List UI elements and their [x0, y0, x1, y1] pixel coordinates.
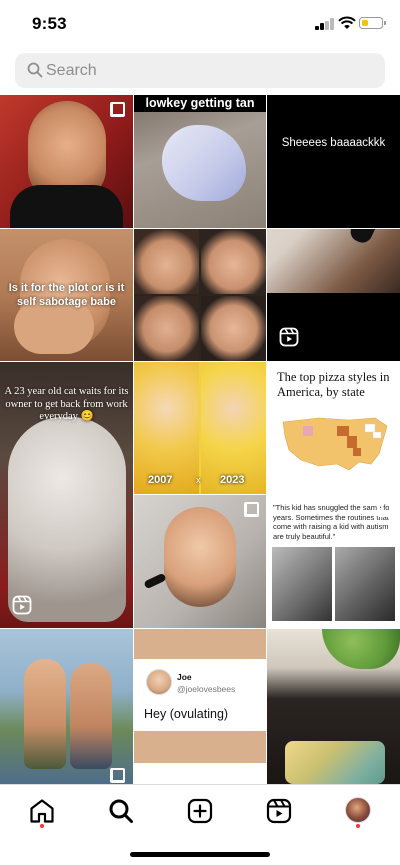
grid-tile-1[interactable]	[0, 95, 133, 228]
selfie-photo	[267, 229, 400, 293]
search-input[interactable]	[46, 53, 366, 88]
grid-tile-9[interactable]: The top pizza styles in America, by stat…	[267, 362, 400, 494]
multiple-photos-icon	[377, 502, 392, 517]
tile-caption: lowkey getting tan	[134, 95, 266, 112]
battery-icon	[359, 17, 383, 29]
food-in-pan	[285, 741, 385, 784]
face-photo-4	[201, 296, 266, 361]
profile-icon[interactable]	[345, 797, 371, 823]
multiple-photos-icon	[244, 502, 259, 517]
grid-tile-14[interactable]	[267, 629, 400, 784]
tweet-handle: @joelovesbees	[177, 684, 236, 694]
home-indicator	[130, 852, 270, 857]
search-bar[interactable]	[15, 53, 385, 88]
grid-tile-4[interactable]: Is it for the plot or is it self sabotag…	[0, 229, 133, 361]
microphone	[143, 572, 167, 590]
home-icon[interactable]	[28, 797, 56, 825]
singer-photo	[164, 507, 236, 607]
multiple-photos-icon	[110, 768, 125, 783]
grid-tile-3[interactable]: Sheeees baaaackkk	[267, 95, 400, 228]
grid-tile-10[interactable]	[134, 495, 266, 628]
cat-photo	[8, 417, 126, 622]
profile-notification-dot	[356, 824, 360, 828]
tile-caption: Sheeees baaaackkk	[281, 137, 386, 149]
tile-caption: Is it for the plot or is it self sabotag…	[8, 282, 125, 308]
battery-tip	[384, 21, 386, 25]
multiple-photos-icon	[110, 102, 125, 117]
grid-tile-12[interactable]	[0, 629, 133, 784]
wifi-icon	[338, 16, 356, 29]
us-map	[282, 417, 388, 471]
search-icon[interactable]	[107, 797, 135, 825]
grid-tile-7[interactable]: A 23 year old cat waits for its owner to…	[0, 362, 133, 628]
article-title: The top pizza styles in America, by stat…	[277, 370, 390, 399]
reel-icon	[279, 327, 299, 347]
hand-photo	[162, 125, 246, 201]
person-photo-2	[70, 663, 112, 769]
quote-photo-2	[335, 547, 395, 621]
grid-tile-6[interactable]	[267, 229, 400, 361]
tweet-text: Hey (ovulating)	[144, 707, 229, 721]
year-label-now: 2023	[220, 474, 245, 486]
grid-tile-5[interactable]	[134, 229, 266, 361]
tile-caption: A 23 year old cat waits for its owner to…	[4, 386, 129, 422]
plant-leaves	[322, 629, 400, 669]
year-label-separator: x	[196, 475, 201, 485]
grid-tile-2[interactable]: lowkey getting tan	[134, 95, 266, 228]
year-label-then: 2007	[148, 474, 173, 486]
grid-tile-8[interactable]: 2007 x 2023	[134, 362, 266, 494]
quote-photo-1	[272, 547, 332, 621]
create-icon[interactable]	[186, 797, 214, 825]
face-photo-1	[134, 229, 199, 294]
explore-grid: lowkey getting tan Sheeees baaaackkk Is …	[0, 95, 400, 784]
jacket-shape	[10, 185, 123, 228]
home-notification-dot	[40, 824, 44, 828]
face-photo-2	[201, 229, 266, 294]
reels-icon[interactable]	[265, 797, 293, 825]
tweet-name: Joe	[177, 672, 192, 682]
search-icon	[27, 62, 43, 78]
grid-tile-13[interactable]: Joe @joelovesbees Hey (ovulating)	[134, 629, 266, 784]
battery-level	[361, 19, 368, 26]
cellular-signal-icon	[315, 18, 335, 30]
grid-tile-11[interactable]: "This kid has snuggled the same for year…	[267, 495, 400, 628]
person-photo-1	[24, 659, 66, 769]
reel-icon	[12, 595, 32, 615]
tweet-footer	[134, 763, 266, 784]
tweet-avatar	[146, 669, 172, 695]
face-photo-3	[134, 296, 199, 361]
status-bar: 9:53	[0, 0, 400, 48]
status-time: 9:53	[32, 14, 67, 33]
